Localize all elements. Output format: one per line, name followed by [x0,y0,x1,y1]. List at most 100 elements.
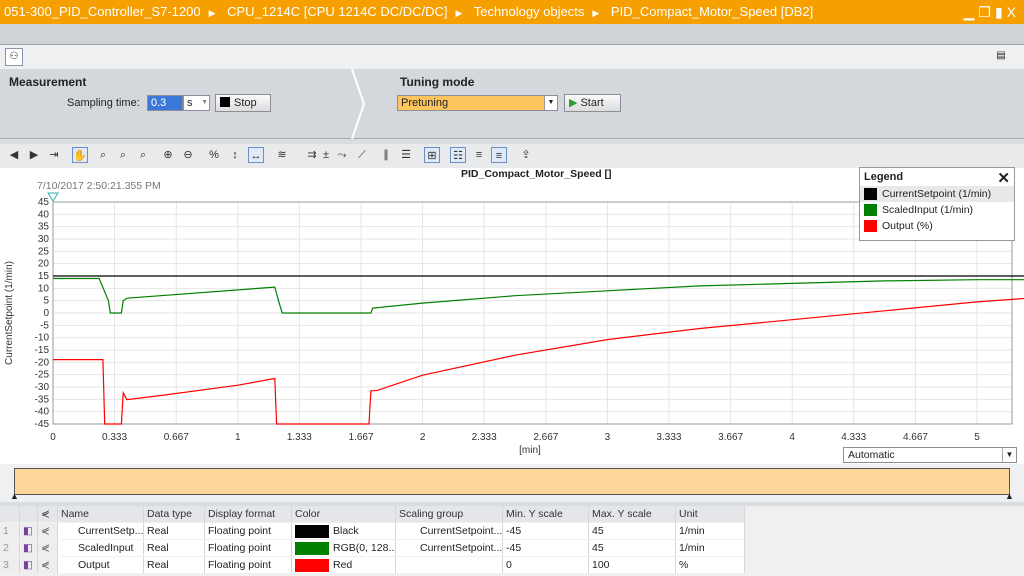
x-tick-label: 0.667 [164,432,189,443]
col-min-y[interactable]: Min. Y scale [503,506,589,522]
sampling-unit-select[interactable]: s ▼ [183,95,210,111]
table-row[interactable]: 2 ◧ ⋞ ScaledInput Real Floating point RG… [0,540,745,556]
zoom-y-100-icon[interactable]: ↕ [227,147,243,163]
x-tick-label: 4 [789,432,795,443]
top-toolbar: ⚇ ▤ [0,45,1024,69]
cursor-icon[interactable]: ⊞ [424,147,440,163]
diagonal-icon[interactable]: ⟋ [354,147,370,163]
legend-item[interactable]: Output (%) [860,218,1014,234]
x-tick-label: 5 [974,432,980,443]
cell-max-y[interactable]: 45 [589,540,676,556]
overview-bar: ▲ ▲ [0,464,1024,502]
cell-name[interactable]: ScaledInput [58,540,144,556]
legend-swatch [864,220,877,232]
cell-max-y[interactable]: 45 [589,523,676,539]
y-tick-label: 30 [38,234,50,245]
zoom-y-icon[interactable]: ⌕ [135,147,151,163]
pan-icon[interactable]: ✋ [72,147,88,163]
forward-icon[interactable]: ▶ [26,147,42,163]
signal-icon: ⋞ [38,523,58,539]
cell-unit[interactable]: % [676,557,745,573]
y-axis-label: CurrentSetpoint (1/min) [4,261,15,365]
zoom-in-icon[interactable]: ⊕ [160,147,176,163]
cell-name[interactable]: CurrentSetp... [58,523,144,539]
cell-data-type[interactable]: Real [144,557,205,573]
cell-min-y[interactable]: -45 [503,523,589,539]
breadcrumb-technology-objects[interactable]: Technology objects [474,4,585,19]
x-tick-label: 2.333 [472,432,497,443]
table-row[interactable]: 3 ◧ ⋞ Output Real Floating point Red 0 1… [0,557,745,573]
stop-icon [220,97,230,107]
cell-max-y[interactable]: 100 [589,557,676,573]
col-max-y[interactable]: Max. Y scale [589,506,676,522]
zoom-100-icon[interactable]: % [206,147,222,163]
cell-color[interactable]: Red [292,557,396,573]
cell-min-y[interactable]: 0 [503,557,589,573]
legend-panel: Legend ✕ CurrentSetpoint (1/min) ScaledI… [859,167,1015,241]
plus-minus-icon[interactable]: ± [318,147,334,163]
y-tick-label: -5 [40,320,49,331]
cell-data-type[interactable]: Real [144,540,205,556]
line-icon[interactable]: ⤳ [334,147,350,163]
align-right-icon[interactable]: ≡ [491,147,507,163]
breadcrumb-project[interactable]: 051-300_PID_Controller_S7-1200 [4,4,201,19]
zoom-x-icon[interactable]: ⌕ [115,147,131,163]
cell-display-format[interactable]: Floating point [205,523,292,539]
horizontal-cursors-icon[interactable]: ☰ [398,147,414,163]
legend-item[interactable]: ScaledInput (1/min) [860,202,1014,218]
zoom-out-icon[interactable]: ⊖ [180,147,196,163]
tuning-mode-select[interactable]: Pretuning ▼ [397,95,558,111]
breadcrumb-db[interactable]: PID_Compact_Motor_Speed [DB2] [611,4,813,19]
cell-unit[interactable]: 1/min [676,540,745,556]
back-icon[interactable]: ◀ [6,147,22,163]
col-name[interactable]: Name [58,506,144,522]
y-tick-label: -40 [35,407,50,418]
col-display-format[interactable]: Display format [205,506,292,522]
cell-name[interactable]: Output [58,557,144,573]
fit-icon[interactable]: ⇥ [46,147,62,163]
time-range-slider[interactable] [14,468,1010,495]
align-left-icon[interactable]: ≡ [471,147,487,163]
window-buttons[interactable]: ▁❐▮X [964,0,1020,24]
table-row[interactable]: 1 ◧ ⋞ CurrentSetp... Real Floating point… [0,523,745,539]
sampling-time-input[interactable]: 0.3 [147,95,183,111]
tuning-parameters: Measurement Sampling time: 0.3 s ▼ Stop T… [0,69,1024,139]
cell-color[interactable]: RGB(0, 128... [292,540,396,556]
time-axis-select[interactable]: Automatic ▼ [843,447,1017,463]
layout-icon[interactable]: ▤ [992,48,1010,66]
left-handle-icon[interactable]: ▲ [10,491,19,501]
signal-icon: ⋞ [38,506,58,522]
right-handle-icon[interactable]: ▲ [1005,491,1014,501]
cell-unit[interactable]: 1/min [676,523,745,539]
cell-min-y[interactable]: -45 [503,540,589,556]
cell-scaling-group[interactable]: CurrentSetpoint... [396,540,503,556]
legend-item[interactable]: CurrentSetpoint (1/min) [860,186,1014,202]
y-tick-label: 35 [38,222,50,233]
vertical-cursors-icon[interactable]: ∥ [378,147,394,163]
cell-color[interactable]: Black [292,523,396,539]
cell-scaling-group[interactable]: CurrentSetpoint... [396,523,503,539]
stop-button[interactable]: Stop [215,94,271,112]
col-data-type[interactable]: Data type [144,506,205,522]
close-icon[interactable]: ✕ [997,169,1010,187]
start-button[interactable]: ▶ Start [564,94,621,112]
col-unit[interactable]: Unit [676,506,745,522]
y-tick-label: -25 [35,370,50,381]
col-scaling-group[interactable]: Scaling group [396,506,503,522]
cell-scaling-group[interactable] [396,557,503,573]
breadcrumb-cpu[interactable]: CPU_1214C [CPU 1214C DC/DC/DC] [227,4,447,19]
zoom-box-icon[interactable]: ⌕ [95,147,111,163]
section-divider [351,69,366,139]
export-icon[interactable]: ⇪ [518,147,534,163]
sampling-time-label: Sampling time: [67,97,140,109]
zoom-x-100-icon[interactable]: ↔ [248,147,264,163]
cell-data-type[interactable]: Real [144,523,205,539]
chart-icon[interactable]: ≋ [274,147,290,163]
variable-icon: ◧ [20,523,38,539]
cell-display-format[interactable]: Floating point [205,557,292,573]
legend-icon[interactable]: ☷ [450,147,466,163]
cell-display-format[interactable]: Floating point [205,540,292,556]
col-color[interactable]: Color [292,506,396,522]
monitor-icon[interactable]: ⚇ [5,48,23,66]
y-tick-label: 15 [38,271,50,282]
